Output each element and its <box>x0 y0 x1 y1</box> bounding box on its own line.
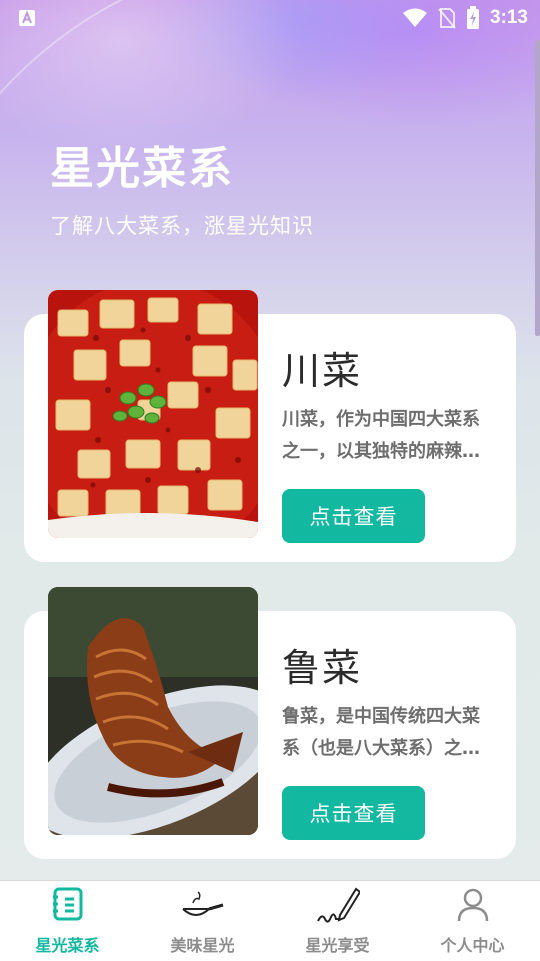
view-details-button[interactable]: 点击查看 <box>282 786 425 840</box>
tab-label: 星光菜系 <box>35 936 100 955</box>
tab-profile[interactable]: 个人中心 <box>405 881 540 961</box>
wifi-icon <box>402 8 427 27</box>
tab-label: 个人中心 <box>440 936 505 955</box>
frying-pan-icon <box>181 891 223 916</box>
braised-fish-image <box>48 587 258 835</box>
page-title: 星光菜系 <box>50 143 234 194</box>
no-sim-icon <box>438 8 456 29</box>
card-description: 川菜，作为中国四大菜系之一，以其独特的麻辣口味闻名。 <box>282 409 480 462</box>
tab-recipes[interactable]: 美味星光 <box>135 881 270 961</box>
scrollbar[interactable] <box>535 40 540 336</box>
tab-label: 美味星光 <box>170 936 235 955</box>
status-time: 3:13 <box>489 7 528 28</box>
card-title: 鲁菜 <box>282 646 363 690</box>
tab-label: 星光享受 <box>305 936 370 955</box>
pen-signature-icon <box>316 887 360 923</box>
bottom-tab-bar: 星光菜系 美味星光 星光享受 个人中心 <box>0 880 540 961</box>
card-description: 鲁菜，是中国传统四大菜系（也是八大菜系）之首。 <box>282 706 480 759</box>
view-details-button[interactable]: 点击查看 <box>282 489 425 543</box>
tab-cuisines[interactable]: 星光菜系 <box>0 881 135 961</box>
app-a-icon <box>19 10 35 26</box>
book-icon <box>52 887 82 921</box>
page-subtitle: 了解八大菜系，涨星光知识 <box>50 214 314 238</box>
mapo-tofu-image <box>48 290 258 538</box>
tab-enjoy[interactable]: 星光享受 <box>270 881 405 961</box>
battery-charging-icon <box>466 6 479 29</box>
status-bar: 3:13 <box>0 0 540 36</box>
person-icon <box>457 888 488 922</box>
card-title: 川菜 <box>282 349 363 393</box>
